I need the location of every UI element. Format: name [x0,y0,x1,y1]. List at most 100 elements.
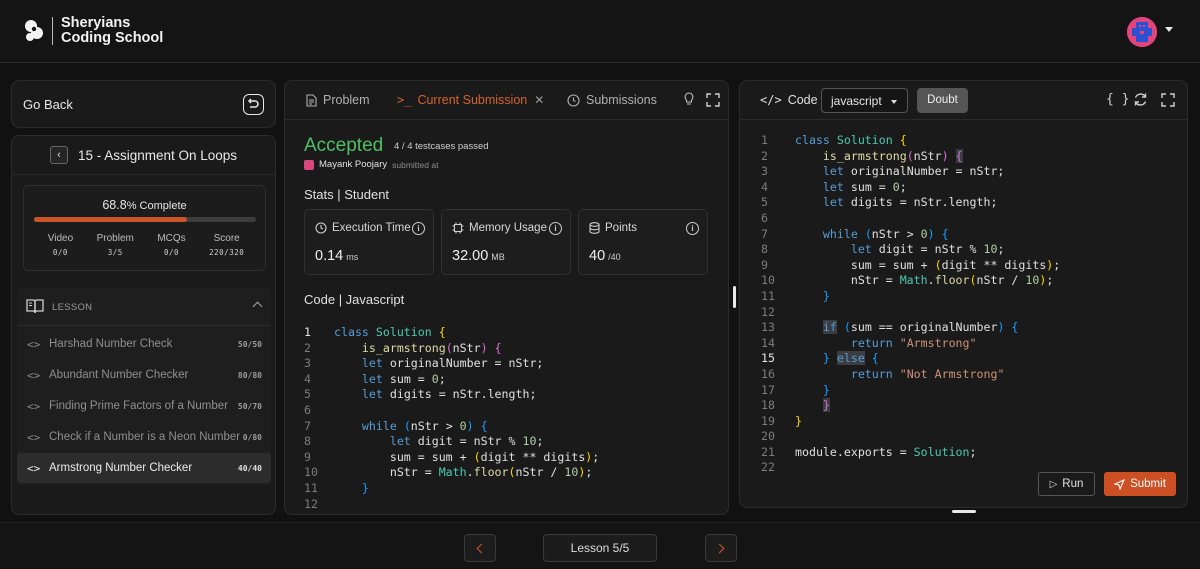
code-line: 15 } else { [761,351,879,366]
chevron-up-icon[interactable] [252,301,263,312]
code-editor-panel: </> Code javascript Doubt { } 1 class Sol… [739,80,1188,508]
metric-label: Memory Usage [469,222,547,234]
code-line: 1 class Solution { [304,325,446,339]
code-line: 14 return "Armstrong" [761,335,977,350]
code-line: 8 let digit = nStr % 10; [761,242,1005,257]
assignment-header: ‹ 15 - Assignment On Loops [12,136,275,175]
code-icon: <> [27,430,41,444]
lesson-name: Check if a Number is a Neon Number [49,431,241,443]
user-avatar[interactable] [1127,17,1157,47]
database-icon [589,222,600,234]
stat-label: MCQs [157,233,186,244]
code-line: 3 let originalNumber = nStr; [304,356,544,371]
chevron-left-icon: ‹ [57,149,61,161]
close-icon[interactable]: ✕ [534,93,544,107]
code-line: 17 } [761,382,830,397]
tab-label: Submissions [586,93,657,107]
submission-status: Accepted [304,135,384,156]
next-lesson-button[interactable] [705,534,737,562]
go-back-button[interactable] [243,94,264,115]
code-line: 6 [761,210,768,225]
lesson-list: LESSON <> Harshad Number Check 50/50 <> … [17,288,271,485]
lesson-section-header[interactable]: LESSON [17,288,271,326]
metric-number: 32.00 [452,248,489,264]
submitter-name: Mayank Poojary [319,159,388,170]
testcases-passed: 4 / 4 testcases passed [394,141,489,152]
terminal-icon: >_ [397,93,412,107]
lesson-score: 50/50 [237,339,262,349]
lesson-item[interactable]: <> Abundant Number Checker 80/80 [17,360,271,390]
code-line: 13 if (sum == originalNumber) { [761,320,1019,335]
chevron-left-icon [476,543,487,553]
code-line: 6 [304,402,311,417]
metric-header: Points [589,222,637,234]
code-line: 10 nStr = Math.floor(nStr / 10); [304,465,593,480]
lightbulb-icon[interactable] [684,92,694,106]
play-icon: ▷ [1049,478,1058,490]
run-button[interactable]: ▷ Run [1038,472,1095,496]
tab-submissions[interactable]: Submissions [567,93,657,107]
go-back-label: Go Back [23,97,73,112]
lesson-score: 0/80 [242,432,262,442]
lesson-item[interactable]: <> Check if a Number is a Neon Number 0/… [17,422,271,452]
metric-header: Memory Usage [452,222,547,234]
code-brackets-icon: </> [760,93,782,107]
metric-execution-time: Execution Time i 0.14 ms [304,209,434,275]
fullscreen-icon[interactable] [706,93,720,107]
metric-memory-usage: Memory Usage i 32.00 MB [441,209,571,275]
submission-tabs: Problem >_ Current Submission ✕ Submissi… [285,81,728,120]
format-braces-icon[interactable]: { } [1106,92,1129,107]
tab-current-submission[interactable]: >_ Current Submission ✕ [397,93,544,107]
chip-icon [452,222,464,234]
brand-logo[interactable]: Sheryians Coding School [22,16,163,46]
assignment-title: 15 - Assignment On Loops [77,147,238,163]
lesson-navigation: Lesson 5/5 [0,522,1200,569]
lesson-item-active[interactable]: <> Armstrong Number Checker 40/40 [17,453,271,483]
metric-unit: MB [491,252,505,262]
tab-problem[interactable]: Problem [306,93,370,107]
doubt-button[interactable]: Doubt [917,88,968,113]
submit-button[interactable]: Submit [1104,472,1176,496]
lesson-name: Armstrong Number Checker [49,462,193,474]
info-icon[interactable]: i [686,222,699,235]
code-line: 2 is_armstrong(nStr) { [304,340,502,355]
code-line: 9 sum = sum + (digit ** digits); [304,449,600,464]
code-line: 5 let digits = nStr.length; [304,387,537,402]
horizontal-resize-handle[interactable] [952,510,976,513]
info-icon[interactable]: i [412,222,425,235]
vertical-resize-handle[interactable] [733,286,736,308]
code-line: 18 } [761,398,830,413]
metric-header: Execution Time [315,222,411,234]
clock-icon [315,222,327,234]
code-line: 7 while (nStr > 0) { [304,418,488,433]
fullscreen-icon[interactable] [1161,93,1175,107]
code-line: 12 [761,304,775,319]
chevron-right-icon [714,543,725,553]
refresh-icon[interactable] [1133,92,1148,107]
lesson-item[interactable]: <> Finding Prime Factors of a Number 50/… [17,391,271,421]
progress-percent: 68.8% Complete [24,198,265,212]
go-back-panel[interactable]: Go Back [11,80,276,128]
metric-value: 0.14 ms [315,248,358,264]
brand-divider [52,17,53,45]
code-line: 12 [304,496,318,511]
code-icon: <> [27,337,41,351]
lesson-item[interactable]: <> Harshad Number Check 50/50 [17,329,271,359]
language-select[interactable]: javascript [821,88,908,113]
account-menu-caret-icon[interactable] [1165,27,1173,32]
assignment-back-button[interactable]: ‹ [49,146,68,164]
code-line: 20 [761,429,775,444]
chevron-down-icon [891,100,897,104]
brand-line-1: Sheryians [61,15,131,31]
tab-label: Problem [323,93,370,107]
code-line: 11 } [304,480,369,495]
submitted-code: 1 class Solution { 2 is_armstrong(nStr) {… [304,325,714,512]
submitted-by: Mayank Poojary submitted at [304,159,438,170]
previous-lesson-button[interactable] [464,534,496,562]
code-line: 19} [761,413,802,428]
stat-value: 3/5 [107,248,123,257]
info-icon[interactable]: i [549,222,562,235]
stat-label: Video [47,233,74,244]
code-line: 7 while (nStr > 0) { [761,226,949,241]
code-editor[interactable]: 1 class Solution { 2 is_armstrong(nStr) {… [761,133,1181,476]
